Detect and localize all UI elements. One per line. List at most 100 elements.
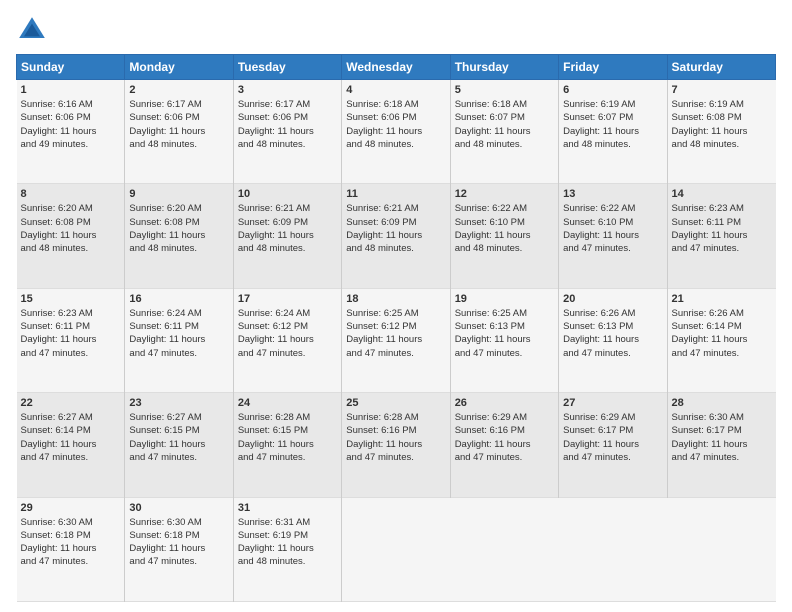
day-number: 11 [346, 188, 445, 200]
header-day-friday: Friday [559, 55, 667, 80]
day-number: 22 [21, 397, 121, 409]
day-number: 13 [563, 188, 662, 200]
day-number: 31 [238, 502, 337, 514]
cell-text: Sunrise: 6:27 AM Sunset: 6:14 PM Dayligh… [21, 411, 121, 464]
cell-text: Sunrise: 6:19 AM Sunset: 6:07 PM Dayligh… [563, 98, 662, 151]
calendar-cell: 17 Sunrise: 6:24 AM Sunset: 6:12 PM Dayli… [233, 288, 341, 392]
calendar-cell: 24 Sunrise: 6:28 AM Sunset: 6:15 PM Dayli… [233, 393, 341, 497]
week-row-1: 1 Sunrise: 6:16 AM Sunset: 6:06 PM Daylig… [17, 80, 776, 184]
week-row-5: 29Sunrise: 6:30 AM Sunset: 6:18 PM Dayli… [17, 497, 776, 601]
cell-text: Sunrise: 6:24 AM Sunset: 6:11 PM Dayligh… [129, 307, 228, 360]
cell-text: Sunrise: 6:31 AM Sunset: 6:19 PM Dayligh… [238, 516, 337, 569]
day-number: 26 [455, 397, 554, 409]
header-day-saturday: Saturday [667, 55, 775, 80]
day-number: 9 [129, 188, 228, 200]
day-number: 1 [21, 84, 121, 96]
cell-text: Sunrise: 6:28 AM Sunset: 6:15 PM Dayligh… [238, 411, 337, 464]
cell-text: Sunrise: 6:23 AM Sunset: 6:11 PM Dayligh… [21, 307, 121, 360]
cell-text: Sunrise: 6:18 AM Sunset: 6:07 PM Dayligh… [455, 98, 554, 151]
calendar-cell: 10 Sunrise: 6:21 AM Sunset: 6:09 PM Dayli… [233, 184, 341, 288]
cell-text: Sunrise: 6:20 AM Sunset: 6:08 PM Dayligh… [21, 202, 121, 255]
calendar-cell: 22 Sunrise: 6:27 AM Sunset: 6:14 PM Dayli… [17, 393, 125, 497]
calendar-cell: 14 Sunrise: 6:23 AM Sunset: 6:11 PM Dayli… [667, 184, 775, 288]
calendar-cell: 27 Sunrise: 6:29 AM Sunset: 6:17 PM Dayli… [559, 393, 667, 497]
cell-text: Sunrise: 6:17 AM Sunset: 6:06 PM Dayligh… [129, 98, 228, 151]
cell-text: Sunrise: 6:21 AM Sunset: 6:09 PM Dayligh… [238, 202, 337, 255]
cell-text: Sunrise: 6:22 AM Sunset: 6:10 PM Dayligh… [563, 202, 662, 255]
calendar-cell: 31 Sunrise: 6:31 AM Sunset: 6:19 PM Dayli… [233, 497, 341, 601]
cell-text: Sunrise: 6:30 AM Sunset: 6:18 PM Dayligh… [21, 516, 121, 569]
week-row-4: 22 Sunrise: 6:27 AM Sunset: 6:14 PM Dayli… [17, 393, 776, 497]
header-day-monday: Monday [125, 55, 233, 80]
day-number: 17 [238, 293, 337, 305]
calendar-cell: 12 Sunrise: 6:22 AM Sunset: 6:10 PM Dayli… [450, 184, 558, 288]
cell-text: Sunrise: 6:28 AM Sunset: 6:16 PM Dayligh… [346, 411, 445, 464]
cell-text: Sunrise: 6:29 AM Sunset: 6:16 PM Dayligh… [455, 411, 554, 464]
page: SundayMondayTuesdayWednesdayThursdayFrid… [0, 0, 792, 612]
day-number: 7 [672, 84, 772, 96]
day-number: 4 [346, 84, 445, 96]
calendar-cell: 4 Sunrise: 6:18 AM Sunset: 6:06 PM Daylig… [342, 80, 450, 184]
cell-text: Sunrise: 6:30 AM Sunset: 6:17 PM Dayligh… [672, 411, 772, 464]
day-number: 20 [563, 293, 662, 305]
day-number: 14 [672, 188, 772, 200]
calendar-cell: 13 Sunrise: 6:22 AM Sunset: 6:10 PM Dayli… [559, 184, 667, 288]
day-number: 28 [672, 397, 772, 409]
calendar-cell: 9 Sunrise: 6:20 AM Sunset: 6:08 PM Daylig… [125, 184, 233, 288]
cell-text: Sunrise: 6:30 AM Sunset: 6:18 PM Dayligh… [129, 516, 228, 569]
week-row-2: 8Sunrise: 6:20 AM Sunset: 6:08 PM Daylig… [17, 184, 776, 288]
day-number: 2 [129, 84, 228, 96]
calendar-header: SundayMondayTuesdayWednesdayThursdayFrid… [17, 55, 776, 80]
day-number: 18 [346, 293, 445, 305]
header [16, 14, 776, 46]
calendar-cell: 3 Sunrise: 6:17 AM Sunset: 6:06 PM Daylig… [233, 80, 341, 184]
calendar-cell [342, 497, 450, 601]
calendar-cell: 21 Sunrise: 6:26 AM Sunset: 6:14 PM Dayli… [667, 288, 775, 392]
calendar-cell: 19Sunrise: 6:25 AM Sunset: 6:13 PM Dayli… [450, 288, 558, 392]
cell-text: Sunrise: 6:26 AM Sunset: 6:14 PM Dayligh… [672, 307, 772, 360]
cell-text: Sunrise: 6:23 AM Sunset: 6:11 PM Dayligh… [672, 202, 772, 255]
header-day-tuesday: Tuesday [233, 55, 341, 80]
calendar-cell [559, 497, 667, 601]
day-number: 24 [238, 397, 337, 409]
day-number: 3 [238, 84, 337, 96]
calendar-cell: 23 Sunrise: 6:27 AM Sunset: 6:15 PM Dayli… [125, 393, 233, 497]
cell-text: Sunrise: 6:17 AM Sunset: 6:06 PM Dayligh… [238, 98, 337, 151]
calendar-cell: 1 Sunrise: 6:16 AM Sunset: 6:06 PM Daylig… [17, 80, 125, 184]
day-number: 23 [129, 397, 228, 409]
cell-text: Sunrise: 6:18 AM Sunset: 6:06 PM Dayligh… [346, 98, 445, 151]
cell-text: Sunrise: 6:27 AM Sunset: 6:15 PM Dayligh… [129, 411, 228, 464]
cell-text: Sunrise: 6:19 AM Sunset: 6:08 PM Dayligh… [672, 98, 772, 151]
calendar-table: SundayMondayTuesdayWednesdayThursdayFrid… [16, 54, 776, 602]
calendar-cell: 11 Sunrise: 6:21 AM Sunset: 6:09 PM Dayli… [342, 184, 450, 288]
day-number: 15 [21, 293, 121, 305]
calendar-cell: 30 Sunrise: 6:30 AM Sunset: 6:18 PM Dayli… [125, 497, 233, 601]
day-number: 21 [672, 293, 772, 305]
cell-text: Sunrise: 6:21 AM Sunset: 6:09 PM Dayligh… [346, 202, 445, 255]
cell-text: Sunrise: 6:22 AM Sunset: 6:10 PM Dayligh… [455, 202, 554, 255]
header-row: SundayMondayTuesdayWednesdayThursdayFrid… [17, 55, 776, 80]
cell-text: Sunrise: 6:24 AM Sunset: 6:12 PM Dayligh… [238, 307, 337, 360]
logo-icon [16, 14, 48, 46]
day-number: 16 [129, 293, 228, 305]
day-number: 6 [563, 84, 662, 96]
calendar-cell: 5Sunrise: 6:18 AM Sunset: 6:07 PM Daylig… [450, 80, 558, 184]
cell-text: Sunrise: 6:26 AM Sunset: 6:13 PM Dayligh… [563, 307, 662, 360]
calendar-cell [450, 497, 558, 601]
header-day-thursday: Thursday [450, 55, 558, 80]
calendar-cell: 2 Sunrise: 6:17 AM Sunset: 6:06 PM Daylig… [125, 80, 233, 184]
cell-text: Sunrise: 6:16 AM Sunset: 6:06 PM Dayligh… [21, 98, 121, 151]
calendar-cell: 26 Sunrise: 6:29 AM Sunset: 6:16 PM Dayli… [450, 393, 558, 497]
cell-text: Sunrise: 6:20 AM Sunset: 6:08 PM Dayligh… [129, 202, 228, 255]
calendar-cell: 25Sunrise: 6:28 AM Sunset: 6:16 PM Dayli… [342, 393, 450, 497]
calendar-cell: 15 Sunrise: 6:23 AM Sunset: 6:11 PM Dayli… [17, 288, 125, 392]
day-number: 30 [129, 502, 228, 514]
cell-text: Sunrise: 6:29 AM Sunset: 6:17 PM Dayligh… [563, 411, 662, 464]
day-number: 12 [455, 188, 554, 200]
logo-area [16, 14, 52, 46]
calendar-cell: 20 Sunrise: 6:26 AM Sunset: 6:13 PM Dayli… [559, 288, 667, 392]
calendar-cell: 29Sunrise: 6:30 AM Sunset: 6:18 PM Dayli… [17, 497, 125, 601]
day-number: 27 [563, 397, 662, 409]
day-number: 10 [238, 188, 337, 200]
cell-text: Sunrise: 6:25 AM Sunset: 6:12 PM Dayligh… [346, 307, 445, 360]
